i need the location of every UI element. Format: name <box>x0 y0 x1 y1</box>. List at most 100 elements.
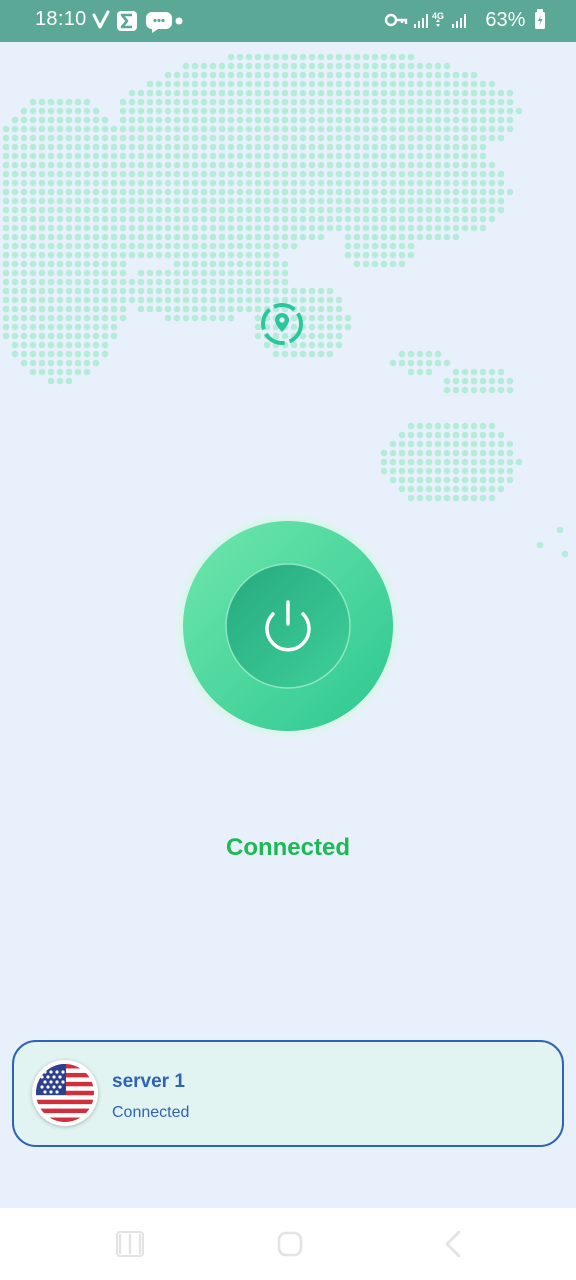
map-dot <box>317 197 325 205</box>
map-dot <box>56 224 64 232</box>
map-dot <box>461 143 469 151</box>
map-dot <box>272 224 280 232</box>
map-dot <box>182 188 190 196</box>
map-dot <box>290 170 298 178</box>
map-dot <box>308 143 316 151</box>
map-dot <box>38 242 46 250</box>
map-dot <box>470 197 478 205</box>
map-dot <box>479 458 487 466</box>
map-dot <box>416 485 424 493</box>
map-dot <box>236 251 244 259</box>
map-dot <box>344 125 352 133</box>
map-dot <box>497 476 505 484</box>
server-name: server 1 <box>112 1071 185 1092</box>
map-dot <box>209 107 217 115</box>
map-dot <box>173 251 181 259</box>
map-dot <box>236 224 244 232</box>
map-dot <box>11 251 19 259</box>
map-dot <box>470 485 478 493</box>
map-dot <box>389 98 397 106</box>
home-icon[interactable] <box>272 1226 308 1262</box>
map-dot <box>281 269 289 277</box>
map-dot <box>65 278 73 286</box>
map-dot <box>2 215 10 223</box>
map-dot <box>83 368 91 376</box>
map-dot <box>254 260 262 268</box>
map-dot <box>488 440 496 448</box>
map-dot <box>137 89 145 97</box>
map-dot <box>290 215 298 223</box>
map-dot <box>263 206 271 214</box>
power-toggle-button[interactable] <box>176 514 400 738</box>
map-dot <box>461 188 469 196</box>
map-dot <box>74 260 82 268</box>
map-dot <box>47 170 55 178</box>
map-dot <box>236 125 244 133</box>
map-dot <box>29 341 37 349</box>
map-dot <box>74 179 82 187</box>
map-dot <box>380 98 388 106</box>
map-dot <box>119 251 127 259</box>
server-card[interactable]: server 1 Connected <box>12 1040 564 1147</box>
map-dot <box>407 161 415 169</box>
map-dot <box>164 251 172 259</box>
map-dot <box>209 224 217 232</box>
map-dot <box>353 62 361 70</box>
map-dot <box>335 143 343 151</box>
map-dot <box>425 116 433 124</box>
map-dot <box>155 296 163 304</box>
map-dot <box>173 287 181 295</box>
map-dot <box>74 197 82 205</box>
map-dot <box>128 134 136 142</box>
map-dot <box>362 62 370 70</box>
map-dot <box>416 422 424 430</box>
map-dot <box>20 251 28 259</box>
map-dot <box>317 62 325 70</box>
map-dot <box>128 188 136 196</box>
map-dot <box>2 125 10 133</box>
recent-apps-icon[interactable] <box>112 1226 148 1262</box>
map-dot <box>263 62 271 70</box>
map-dot <box>380 188 388 196</box>
map-dot <box>389 71 397 79</box>
map-dot <box>488 116 496 124</box>
map-dot <box>56 332 64 340</box>
map-dot <box>137 152 145 160</box>
map-dot <box>92 134 100 142</box>
map-dot <box>101 341 109 349</box>
map-dot <box>173 98 181 106</box>
map-dot <box>335 305 343 313</box>
map-dot <box>326 161 334 169</box>
map-dot <box>137 116 145 124</box>
map-dot <box>245 269 253 277</box>
map-dot <box>209 206 217 214</box>
map-dot <box>2 143 10 151</box>
map-dot <box>173 134 181 142</box>
map-dot <box>29 233 37 241</box>
map-dot <box>353 107 361 115</box>
map-dot <box>299 71 307 79</box>
map-dot <box>272 80 280 88</box>
map-dot <box>65 323 73 331</box>
map-dot <box>83 107 91 115</box>
map-dot <box>380 170 388 178</box>
map-dot <box>29 242 37 250</box>
map-dot <box>308 170 316 178</box>
map-dot <box>227 170 235 178</box>
map-dot <box>335 89 343 97</box>
map-dot <box>398 260 406 268</box>
map-dot <box>272 53 280 61</box>
map-dot <box>461 125 469 133</box>
map-dot <box>38 224 46 232</box>
map-dot <box>218 260 226 268</box>
map-dot <box>74 215 82 223</box>
map-dot <box>407 368 415 376</box>
map-dot <box>245 179 253 187</box>
map-dot <box>11 215 19 223</box>
map-dot <box>272 197 280 205</box>
map-dot <box>56 269 64 277</box>
map-dot <box>218 152 226 160</box>
map-dot <box>101 215 109 223</box>
map-dot <box>416 134 424 142</box>
back-icon[interactable] <box>436 1226 472 1262</box>
